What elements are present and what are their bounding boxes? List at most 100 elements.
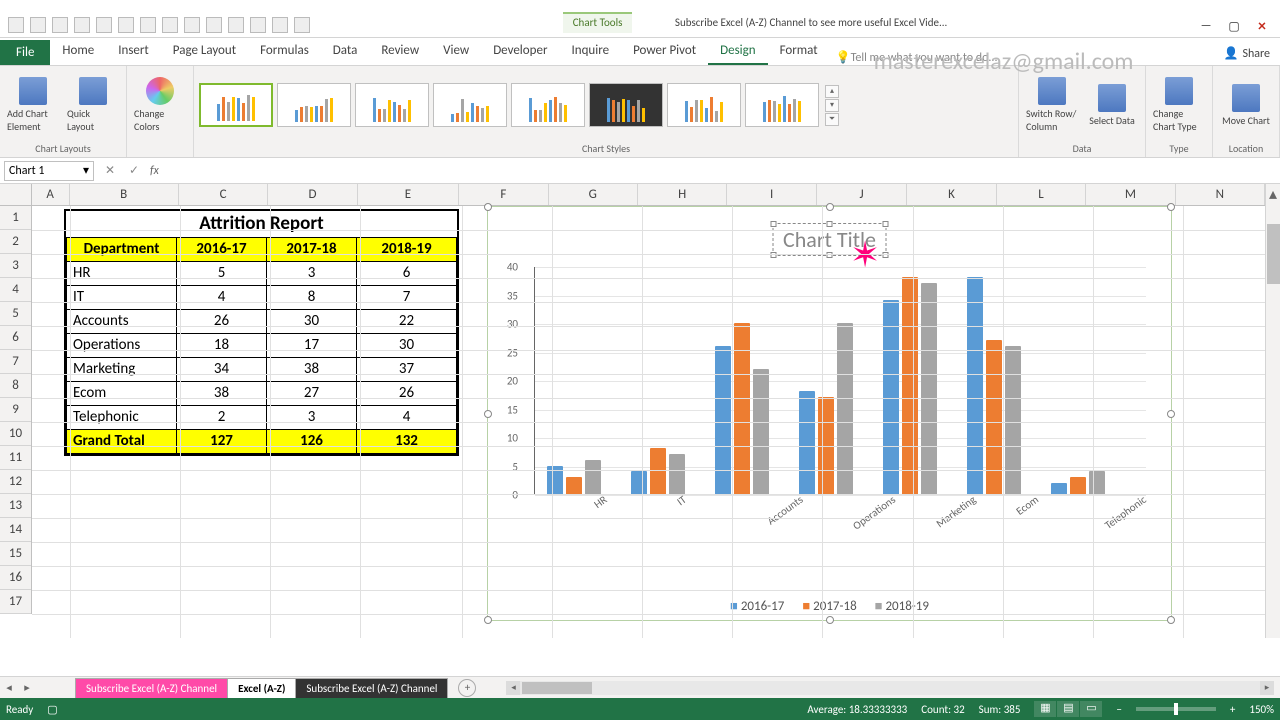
qat-icon[interactable]: [140, 17, 156, 33]
col-header[interactable]: C: [179, 184, 268, 205]
col-header[interactable]: B: [70, 184, 179, 205]
chart-bar[interactable]: [715, 346, 731, 494]
row-header[interactable]: 15: [0, 542, 31, 566]
add-chart-element-button[interactable]: Add Chart Element: [5, 74, 61, 136]
row-header[interactable]: 6: [0, 326, 31, 350]
file-tab[interactable]: File: [0, 40, 50, 65]
row-header[interactable]: 7: [0, 350, 31, 374]
gallery-up-button[interactable]: ▴: [825, 85, 839, 98]
qat-icon[interactable]: [294, 17, 310, 33]
col-header[interactable]: F: [459, 184, 548, 205]
switch-row-col-button[interactable]: Switch Row/ Column: [1024, 74, 1080, 136]
tab-insert[interactable]: Insert: [106, 38, 161, 65]
tab-data[interactable]: Data: [321, 38, 370, 65]
qat-icon[interactable]: [162, 17, 178, 33]
chart-object[interactable]: Chart Title ✶ 0510152025303540 HRITAccou…: [487, 206, 1172, 621]
select-data-button[interactable]: Select Data: [1084, 81, 1140, 130]
share-button[interactable]: 👤 Share: [1213, 42, 1280, 65]
gallery-down-button[interactable]: ▾: [825, 99, 839, 112]
chart-style-thumb[interactable]: [355, 83, 429, 127]
sheet-tab[interactable]: Subscribe Excel (A-Z) Channel: [75, 678, 228, 698]
chart-legend[interactable]: 2016-17 2017-18 2018-19: [488, 598, 1171, 614]
fx-icon[interactable]: fx: [150, 164, 159, 178]
macro-record-icon[interactable]: ▢: [47, 703, 57, 716]
zoom-slider[interactable]: [1136, 707, 1216, 711]
chart-style-thumb[interactable]: [667, 83, 741, 127]
chart-bar[interactable]: [902, 277, 918, 494]
row-header[interactable]: 14: [0, 518, 31, 542]
col-header[interactable]: G: [549, 184, 638, 205]
scroll-right-button[interactable]: ▸: [1260, 681, 1274, 695]
sheet-nav-next[interactable]: ▸: [18, 681, 36, 694]
qat-icon[interactable]: [96, 17, 112, 33]
horizontal-scrollbar[interactable]: ◂ ▸: [506, 681, 1274, 695]
row-header[interactable]: 12: [0, 470, 31, 494]
page-break-view-button[interactable]: ▭: [1080, 701, 1102, 717]
tab-power-pivot[interactable]: Power Pivot: [621, 38, 708, 65]
chart-plot-area[interactable]: 0510152025303540 HRITAccountsOperationsM…: [516, 267, 1146, 517]
chart-bar[interactable]: [734, 323, 750, 494]
gallery-more-button[interactable]: ⏷: [825, 113, 839, 126]
chart-style-thumb[interactable]: [433, 83, 507, 127]
qat-icon[interactable]: [272, 17, 288, 33]
chart-bar[interactable]: [753, 369, 769, 494]
row-header[interactable]: 1: [0, 206, 31, 230]
chart-bar[interactable]: [566, 477, 582, 494]
minimize-button[interactable]: —: [1192, 15, 1220, 37]
move-chart-button[interactable]: Move Chart: [1218, 81, 1274, 130]
chart-bar[interactable]: [921, 283, 937, 494]
tab-inquire[interactable]: Inquire: [559, 38, 621, 65]
tell-me[interactable]: 💡 Tell me what you want to do... mastere…: [830, 50, 1214, 65]
col-header[interactable]: E: [358, 184, 459, 205]
row-header[interactable]: 8: [0, 374, 31, 398]
vertical-scrollbar[interactable]: ▴: [1265, 184, 1280, 638]
sheet-nav-prev[interactable]: ◂: [0, 681, 18, 694]
col-header[interactable]: M: [1086, 184, 1175, 205]
chart-bar[interactable]: [1070, 477, 1086, 494]
tab-view[interactable]: View: [431, 38, 481, 65]
normal-view-button[interactable]: ▦: [1034, 701, 1056, 717]
col-header[interactable]: L: [997, 184, 1086, 205]
select-all-corner[interactable]: [0, 184, 32, 205]
row-header[interactable]: 2: [0, 230, 31, 254]
chart-bar[interactable]: [585, 460, 601, 494]
chart-bar[interactable]: [799, 391, 815, 494]
col-header[interactable]: J: [817, 184, 907, 205]
qat-icon[interactable]: [184, 17, 200, 33]
zoom-out-button[interactable]: −: [1116, 703, 1121, 716]
chart-bar[interactable]: [1051, 483, 1067, 494]
chart-bar[interactable]: [631, 471, 647, 494]
tab-formulas[interactable]: Formulas: [248, 38, 321, 65]
col-header[interactable]: D: [268, 184, 357, 205]
chart-style-thumb[interactable]: [277, 83, 351, 127]
chart-style-thumb[interactable]: [745, 83, 819, 127]
col-header[interactable]: H: [638, 184, 727, 205]
tab-home[interactable]: Home: [50, 38, 106, 65]
row-header[interactable]: 16: [0, 566, 31, 590]
row-header[interactable]: 11: [0, 446, 31, 470]
redo-icon[interactable]: [52, 17, 68, 33]
sheet-tab[interactable]: Subscribe Excel (A-Z) Channel: [295, 678, 448, 698]
chart-bar[interactable]: [967, 277, 983, 494]
save-icon[interactable]: [8, 17, 24, 33]
qat-icon[interactable]: [228, 17, 244, 33]
row-header[interactable]: 13: [0, 494, 31, 518]
change-chart-type-button[interactable]: Change Chart Type: [1151, 74, 1207, 136]
qat-icon[interactable]: [250, 17, 266, 33]
zoom-in-button[interactable]: +: [1230, 703, 1235, 716]
page-layout-view-button[interactable]: ▤: [1057, 701, 1079, 717]
chart-style-thumb[interactable]: [511, 83, 585, 127]
qat-icon[interactable]: [118, 17, 134, 33]
row-header[interactable]: 17: [0, 590, 31, 614]
change-colors-button[interactable]: Change Colors: [132, 74, 188, 136]
chart-title[interactable]: Chart Title: [772, 223, 887, 256]
chart-bar[interactable]: [1005, 346, 1021, 494]
tab-page-layout[interactable]: Page Layout: [161, 38, 248, 65]
tab-design[interactable]: Design: [708, 38, 767, 65]
row-header[interactable]: 4: [0, 278, 31, 302]
chart-style-thumb[interactable]: [589, 83, 663, 127]
zoom-level[interactable]: 150%: [1249, 703, 1274, 716]
sheet-tab[interactable]: Excel (A-Z): [227, 678, 296, 698]
col-header[interactable]: N: [1176, 184, 1265, 205]
quick-layout-button[interactable]: Quick Layout: [65, 74, 121, 136]
